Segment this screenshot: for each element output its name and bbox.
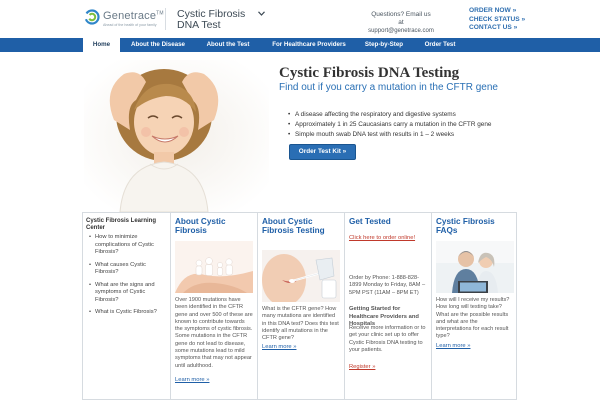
nav-about-the-test[interactable]: About the Test: [198, 38, 258, 52]
learning-center-title: Cystic Fibrosis Learning Center: [86, 218, 157, 231]
learning-center-item[interactable]: What is Cystic Fibrosis?: [89, 309, 167, 317]
logo-wordmark: GenetraceTM: [103, 10, 164, 22]
register-link[interactable]: Register »: [349, 364, 375, 370]
mouth-swab-image: [262, 250, 340, 302]
family-hands-image: [175, 241, 253, 293]
learning-center-column: Cystic Fibrosis Learning Center How to m…: [83, 213, 170, 400]
about-test-title[interactable]: About Cystic Fibrosis Testing: [262, 217, 342, 235]
contact-us-link[interactable]: CONTACT US »: [469, 24, 525, 33]
contact-email[interactable]: support@genetrace.com: [368, 27, 434, 35]
hero-subtitle: Find out if you carry a mutation in the …: [279, 82, 498, 93]
learning-center-item[interactable]: What causes Cystic Fibrosis?: [89, 262, 167, 277]
header-divider: [165, 8, 166, 30]
hero-bullet: A disease affecting the respiratory and …: [288, 110, 518, 120]
faqs-title[interactable]: Cystic Fibrosis FAQs: [436, 217, 516, 235]
nav-order-test[interactable]: Order Test: [416, 38, 464, 52]
hero-bullet: Approximately 1 in 25 Caucasians carry a…: [288, 120, 518, 130]
hero-title: Cystic Fibrosis DNA Testing: [279, 65, 460, 81]
nav-about-the-disease[interactable]: About the Disease: [124, 38, 192, 52]
learning-center-item[interactable]: What are the signs and symptoms of Cysti…: [89, 282, 167, 305]
get-tested-column: Get Tested Click here to order online! O…: [344, 213, 431, 400]
about-cf-title[interactable]: About Cystic Fibrosis: [175, 217, 255, 235]
content-grid: Cystic Fibrosis Learning Center How to m…: [82, 212, 517, 400]
order-by-phone-text: Order by Phone: 1-888-828-1899 Monday to…: [349, 275, 426, 296]
site-header: GenetraceTM Ahead of the health of your …: [0, 0, 600, 38]
chevron-down-icon[interactable]: [258, 11, 265, 18]
about-cf-text: Over 1900 mutations have been identified…: [175, 297, 253, 369]
order-now-link[interactable]: ORDER NOW »: [469, 7, 525, 16]
contact-info: Questions? Email us at support@genetrace…: [368, 11, 434, 35]
order-online-link[interactable]: Click here to order online!: [349, 235, 415, 241]
genetrace-logo[interactable]: GenetraceTM Ahead of the health of your …: [84, 9, 164, 31]
hero-girl-image: [84, 60, 269, 212]
nav-step-by-step[interactable]: Step-by-Step: [358, 38, 410, 52]
faqs-learn-more-link[interactable]: Learn more »: [436, 343, 470, 349]
about-cf-learn-more-link[interactable]: Learn more »: [175, 377, 209, 383]
check-status-link[interactable]: CHECK STATUS »: [469, 16, 525, 25]
genetrace-logo-icon: [84, 9, 100, 25]
faqs-column: Cystic Fibrosis FAQs How will I receive …: [431, 213, 518, 400]
order-test-kit-button[interactable]: Order Test Kit »: [289, 144, 356, 160]
product-selector[interactable]: Cystic Fibrosis DNA Test: [177, 9, 265, 31]
get-tested-title[interactable]: Get Tested: [349, 217, 429, 226]
nav-home[interactable]: Home: [83, 38, 120, 52]
nav-for-healthcare-providers[interactable]: For Healthcare Providers: [264, 38, 354, 52]
about-cf-column: About Cystic Fibrosis Over 1900 mutation…: [170, 213, 257, 400]
about-test-column: About Cystic Fibrosis Testing What is th…: [257, 213, 344, 400]
hero-bullet: Simple mouth swab DNA test with results …: [288, 130, 518, 140]
quick-links: ORDER NOW » CHECK STATUS » CONTACT US »: [469, 7, 525, 33]
about-test-learn-more-link[interactable]: Learn more »: [262, 344, 296, 350]
logo-tagline: Ahead of the health of your family: [103, 23, 157, 27]
healthcare-providers-text: Receive more information or to get your …: [349, 325, 426, 354]
contact-line: Questions? Email us at: [371, 11, 431, 26]
main-nav: Home About the Disease About the Test Fo…: [0, 38, 600, 52]
learning-center-list: How to minimize complications of Cystic …: [89, 234, 167, 322]
hero-bullet-list: A disease affecting the respiratory and …: [288, 110, 518, 140]
about-test-text: What is the CFTR gene? How many mutation…: [262, 306, 339, 342]
faqs-text: How will I receive my results? How long …: [436, 297, 510, 340]
couple-laptop-image: [436, 241, 514, 293]
learning-center-item[interactable]: How to minimize complications of Cystic …: [89, 234, 167, 257]
